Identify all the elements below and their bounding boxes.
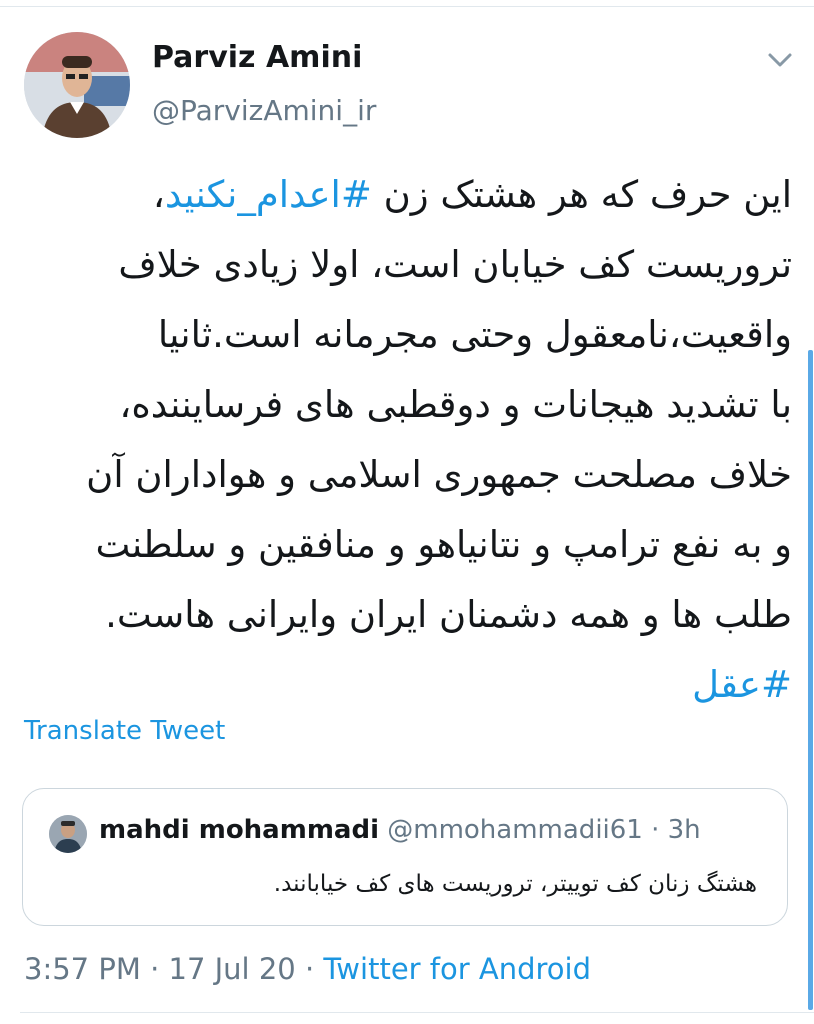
tweet-line-8: #عقل <box>20 650 792 720</box>
quoted-tweet-text: هشتگ زنان کف توییتر، تروریست های کف خیاب… <box>273 871 757 897</box>
tweet-text: این حرف که هر هشتک زن #اعدام_نکنید، ترور… <box>20 160 792 720</box>
tweet-line-3: واقعیت،نامعقول وحتی مجرمانه است.ثانیا <box>157 313 792 356</box>
hashtag-link[interactable]: #عقل <box>692 663 792 706</box>
author-handle[interactable]: @ParvizAmini_ir <box>152 94 376 127</box>
tweet-line-6: و به نفع ترامپ و نتانیاهو و منافقین و سل… <box>95 523 793 566</box>
tweet-timestamp[interactable]: 3:57 PM · 17 Jul 20 · <box>24 952 323 986</box>
tweet-line-4: با تشدید هیجانات و دوقطبی های فرسایننده، <box>119 383 792 426</box>
tweet-line-5: خلاف مصلحت جمهوری اسلامی و هواداران آن <box>86 453 792 496</box>
scrollbar[interactable] <box>808 350 813 1010</box>
tweet-metadata: 3:57 PM · 17 Jul 20 · Twitter for Androi… <box>24 952 591 986</box>
hashtag-link[interactable]: #اعدام_نکنید <box>165 173 372 216</box>
quoted-avatar-photo <box>49 815 87 853</box>
top-divider <box>0 6 814 7</box>
tweet-source-link[interactable]: Twitter for Android <box>323 952 591 986</box>
author-avatar[interactable] <box>24 32 130 138</box>
quoted-author-avatar[interactable] <box>49 815 87 853</box>
bottom-divider <box>20 1012 814 1013</box>
tweet-line-1-prefix: این حرف که هر هشتک زن <box>371 173 792 216</box>
quoted-author-name[interactable]: mahdi mohammadi <box>99 815 379 845</box>
quoted-author-handle: @mmohammadii61 · 3h <box>378 815 701 845</box>
tweet-line-2: تروریست کف خیابان است، اولا زیادی خلاف <box>118 243 792 286</box>
quoted-tweet-header: mahdi mohammadi @mmohammadii61 · 3h <box>99 815 701 845</box>
chevron-down-icon[interactable] <box>764 48 796 72</box>
tweet-line-7: طلب ها و همه دشمنان ایران وایرانی هاست. <box>105 593 792 636</box>
translate-tweet-link[interactable]: Translate Tweet <box>24 716 225 746</box>
quoted-tweet-card[interactable]: mahdi mohammadi @mmohammadii61 · 3h هشتگ… <box>22 788 788 926</box>
tweet-line-1-suffix: ، <box>152 173 165 216</box>
avatar-photo <box>24 32 130 138</box>
author-name[interactable]: Parviz Amini <box>152 40 362 75</box>
tweet-line-1: این حرف که هر هشتک زن #اعدام_نکنید، <box>20 160 792 230</box>
